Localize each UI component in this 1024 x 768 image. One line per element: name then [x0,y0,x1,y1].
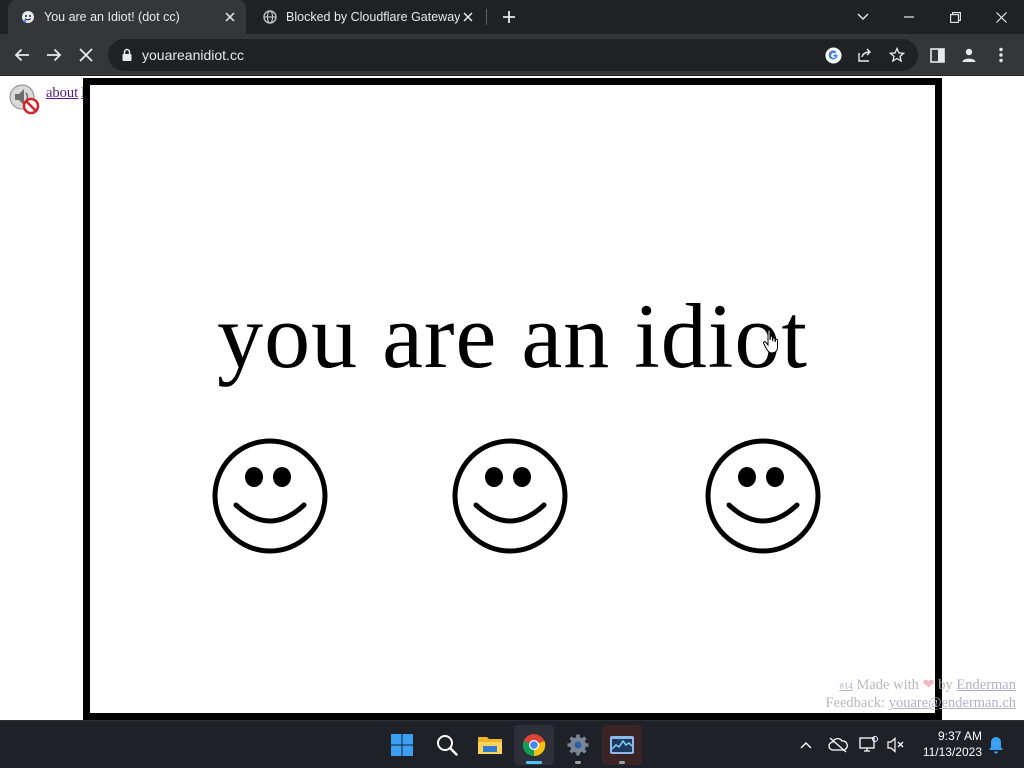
address-bar[interactable]: youareanidiot.cc [108,39,918,71]
smiley-face-icon [451,437,569,555]
windows-taskbar: 9:37 AM 11/13/2023 [0,720,1024,768]
tab-strip: You are an Idiot! (dot cc) Blocked by Cl… [0,0,1024,34]
minimize-icon [904,16,914,18]
running-indicator [575,761,581,764]
close-icon [995,11,1007,23]
volume-muted-icon[interactable] [886,735,906,755]
network-icon[interactable] [859,735,879,755]
stop-loading-button[interactable] [72,41,100,69]
smiley-face-icon [704,437,822,555]
by-text: by [938,677,953,693]
close-window-button[interactable] [978,0,1024,34]
close-icon [79,48,93,62]
cloud-offline-icon[interactable] [828,735,848,755]
back-button[interactable] [8,41,36,69]
hand-cursor-icon [762,329,782,355]
close-tab-icon[interactable] [222,9,238,25]
tab-you-are-an-idiot[interactable]: You are an Idiot! (dot cc) [8,0,246,34]
task-manager-button[interactable] [602,725,642,765]
arrow-left-icon [14,48,29,62]
plus-icon [503,11,515,23]
browser-toolbar: youareanidiot.cc [0,34,1024,76]
link-about[interactable]: about [46,85,78,101]
system-clock[interactable]: 9:37 AM 11/13/2023 [923,728,982,760]
author-link[interactable]: Enderman [956,677,1016,693]
active-indicator [526,761,542,764]
muted-speaker-icon[interactable] [8,83,40,115]
gear-icon [567,734,589,756]
profile-icon[interactable] [959,45,979,65]
file-explorer-button[interactable] [470,725,510,765]
search-button[interactable] [427,725,467,765]
chrome-icon [522,734,546,757]
smiley-favicon-icon [20,9,36,25]
feedback-label: Feedback: [825,695,886,711]
start-button[interactable] [382,725,422,765]
smiley-face-icon [211,437,329,555]
more-menu-icon[interactable] [991,45,1011,65]
url-text[interactable]: youareanidiot.cc [142,47,244,63]
feedback-email-link[interactable]: youare@enderman.ch [889,695,1016,711]
restore-icon [949,11,961,23]
tab-blocked-cloudflare[interactable]: Blocked by Cloudflare Gateway [250,0,484,34]
forward-button[interactable] [40,41,68,69]
chevron-down-icon [857,13,869,20]
footer-made-with: #14 Made with ❤ by Enderman [839,677,1016,694]
page-content: aboutlegacy safe you are an idiot #14 Ma… [0,77,1024,720]
new-tab-button[interactable] [498,6,520,28]
popup-window[interactable]: you are an idiot [83,78,942,720]
tab-title: You are an Idiot! (dot cc) [44,10,180,24]
footer-feedback: Feedback: youare@enderman.ch [826,695,1017,712]
tab-search-button[interactable] [840,0,886,34]
chevron-up-icon[interactable] [796,735,816,755]
share-icon[interactable] [856,46,874,64]
minimize-button[interactable] [886,0,932,34]
settings-button[interactable] [558,725,598,765]
running-indicator [619,761,625,764]
tab-title: Blocked by Cloudflare Gateway [286,10,460,24]
search-icon [437,735,458,756]
star-icon[interactable] [888,46,906,64]
windows-logo-icon [391,734,413,756]
globe-icon [262,9,278,25]
notification-bell-icon[interactable] [986,735,1006,755]
task-manager-icon [610,736,634,754]
side-panel-icon[interactable] [927,45,947,65]
lock-icon[interactable] [120,48,134,62]
chrome-taskbar-button[interactable] [514,725,554,765]
badge-link[interactable]: #14 [839,681,853,691]
clock-date: 11/13/2023 [922,745,982,759]
close-tab-icon[interactable] [460,9,476,25]
headline: you are an idiot [217,285,808,387]
arrow-right-icon [47,48,62,62]
heart-icon: ❤ [922,677,935,693]
google-lens-icon[interactable] [824,46,842,64]
made-with-text: Made with [856,677,919,693]
tab-separator [486,9,487,25]
folder-icon [478,737,502,754]
clock-time: 9:37 AM [937,729,982,743]
restore-button[interactable] [932,0,978,34]
